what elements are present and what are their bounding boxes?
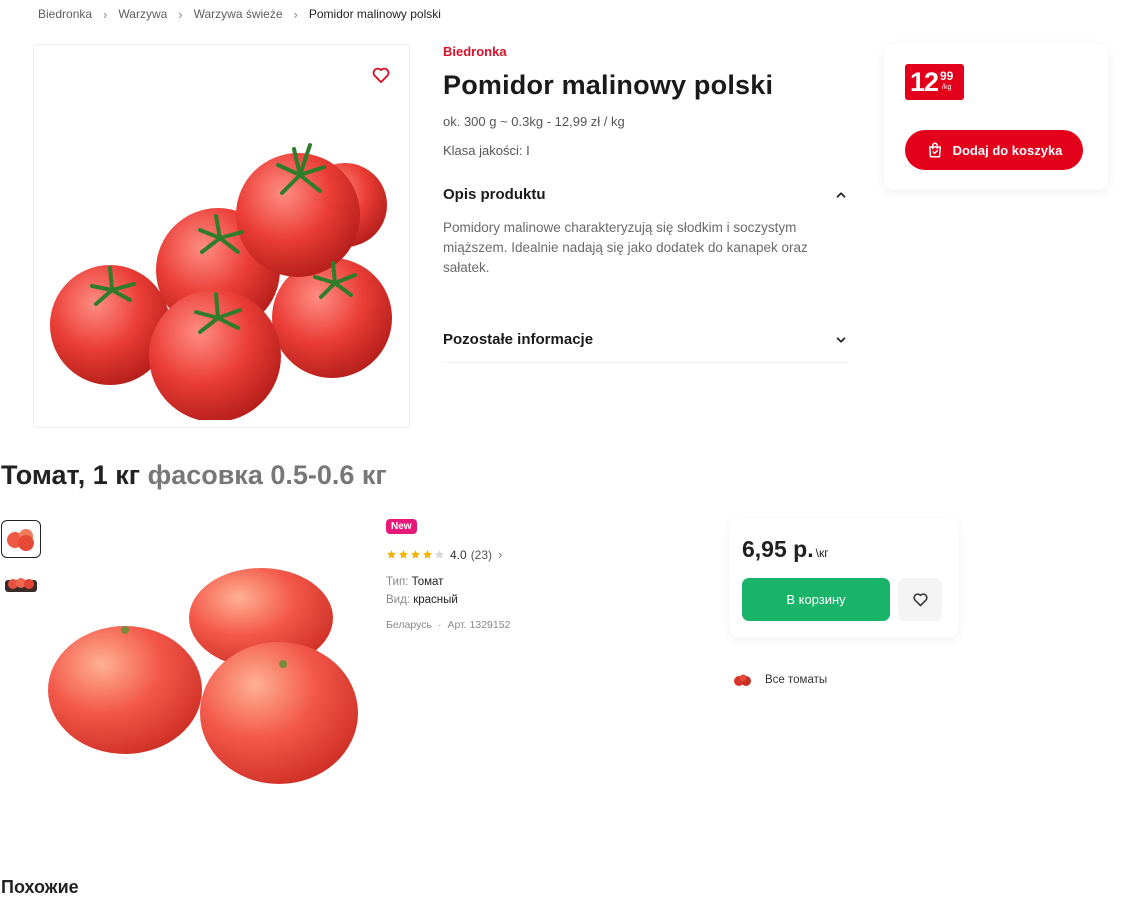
attribute-value: красный [413, 594, 458, 606]
product-image-frame [33, 44, 410, 428]
breadcrumb-item-home[interactable]: Biedronka [38, 7, 92, 21]
all-tomatoes-link[interactable]: Все томаты [733, 673, 827, 687]
shopping-bag-icon [928, 142, 941, 158]
product2-title-packaging: фасовка 0.5-0.6 кг [147, 460, 387, 490]
origin-article-line: Беларусь · Арт. 1329152 [386, 619, 510, 631]
chevron-right-icon: › [498, 547, 503, 562]
accordion-description-header[interactable]: Opis produktu [443, 186, 848, 203]
heart-icon[interactable] [371, 65, 391, 85]
favorite-button[interactable] [898, 578, 942, 621]
attribute-type: Тип: Томат [386, 576, 510, 588]
rating-stars [386, 549, 445, 560]
product-description: Pomidory malinowe charakteryzują się sło… [443, 220, 808, 275]
product2-buy-box: 6,95 р. \кг В корзину [730, 518, 958, 638]
tomato-thumbnail-image [7, 529, 34, 551]
product2-title-main: Томат, 1 кг [1, 460, 141, 490]
star-filled-icon [410, 549, 421, 559]
tomato-package-thumbnail-image [5, 578, 37, 592]
divider [443, 362, 848, 363]
tomato-image [48, 568, 358, 784]
breadcrumb-current: Pomidor malinowy polski [308, 7, 441, 21]
star-empty-icon [434, 549, 445, 559]
new-badge: New [386, 519, 417, 534]
attribute-key: Вид: [386, 594, 410, 606]
heart-icon [912, 593, 928, 607]
similar-section-title: Похожие [1, 877, 79, 897]
separator-dot: · [437, 619, 442, 631]
product-title: Pomidor malinowy polski [443, 70, 774, 100]
accordion-other-info-header[interactable]: Pozostałe informacje [443, 331, 848, 348]
weight-info: ok. 300 g ~ 0.3kg - 12,99 zł / kg [443, 114, 625, 129]
product2-info: New 4.0 (23) › Тип: Томат Вид: красный Б… [386, 519, 510, 631]
add-to-cart-button[interactable]: Dodaj do koszyka [905, 130, 1083, 170]
article-number: Арт. 1329152 [447, 619, 511, 631]
breadcrumb-item-vegetables[interactable]: Warzywa [118, 7, 167, 21]
product-info: Biedronka Pomidor malinowy polski ok. 30… [443, 44, 853, 363]
tomato-icon [734, 674, 751, 686]
chevron-up-icon [836, 191, 846, 198]
product2-price: 6,95 р. \кг [742, 536, 829, 563]
star-filled-icon [422, 549, 433, 559]
rating-link[interactable]: 4.0 (23) › [386, 547, 510, 562]
product2-title: Томат, 1 кг фасовка 0.5-0.6 кг [1, 460, 387, 491]
to-cart-button[interactable]: В корзину [742, 578, 890, 621]
brand-name: Biedronka [443, 44, 507, 59]
chevron-right-icon: › [103, 6, 108, 22]
attribute-value: Томат [411, 576, 444, 588]
price-whole: 12 [910, 67, 939, 97]
breadcrumb-item-fresh-vegetables[interactable]: Warzywa świeże [194, 7, 283, 21]
star-filled-icon [386, 549, 397, 559]
chevron-right-icon: › [178, 6, 183, 22]
breadcrumb: Biedronka › Warzywa › Warzywa świeże › P… [38, 6, 441, 22]
star-filled-icon [398, 549, 409, 559]
product2-thumbnail-2[interactable] [1, 567, 41, 605]
chevron-down-icon [836, 336, 846, 343]
price-tag: 12 99 /kg [905, 64, 964, 100]
accordion-other-info-title: Pozostałe informacje [443, 331, 594, 348]
all-tomatoes-label: Все томаты [765, 674, 828, 686]
buy-box: 12 99 /kg Dodaj do koszyka [884, 44, 1108, 190]
price-unit: \кг [815, 546, 829, 560]
tomato-cluster-image [50, 143, 392, 420]
product2-thumbnail-1[interactable] [1, 520, 41, 558]
quality-class: Klasa jakości: I [443, 143, 530, 158]
rating-value: 4.0 [450, 547, 467, 562]
attribute-variety: Вид: красный [386, 594, 510, 606]
origin-country: Беларусь [386, 619, 432, 631]
chevron-right-icon: › [293, 6, 298, 22]
attribute-key: Тип: [386, 576, 409, 588]
price-value: 6,95 р. [742, 536, 814, 562]
price-decimal: 99 [940, 69, 954, 83]
add-to-cart-label: Dodaj do koszyka [952, 142, 1063, 158]
price-unit: /kg [942, 84, 952, 91]
accordion-description-title: Opis produktu [443, 186, 546, 203]
rating-count: (23) [470, 547, 493, 562]
